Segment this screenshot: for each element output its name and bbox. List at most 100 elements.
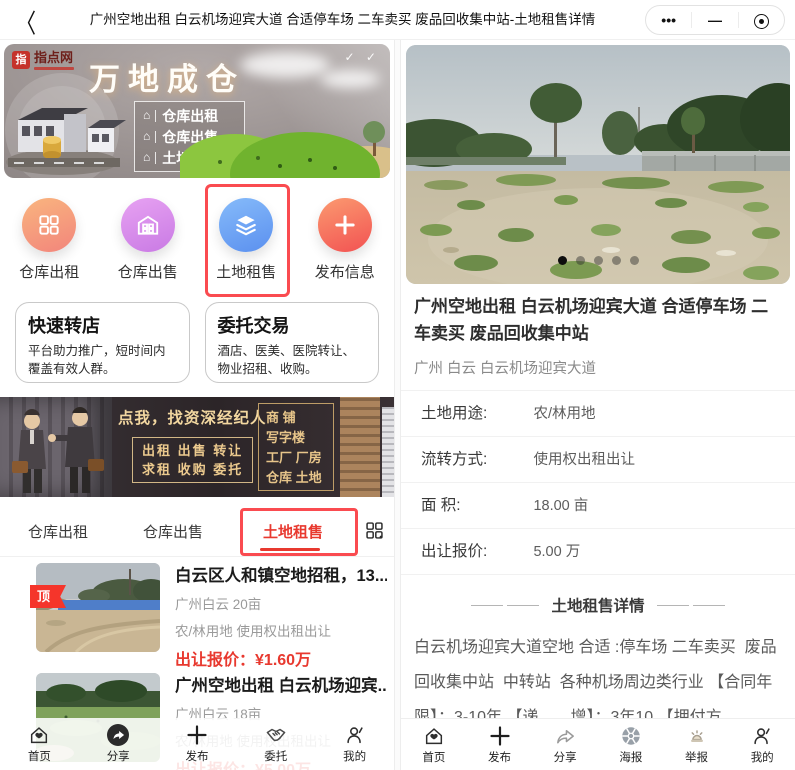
building-decoration <box>340 397 380 497</box>
promo-card-row: 快速转店 平台助力推广，短时间内覆盖有效人群。 委托交易 酒店、医美、医院转让、… <box>15 302 379 383</box>
carousel-dot[interactable] <box>612 256 621 265</box>
field-value: 18.00 亩 <box>533 498 588 514</box>
ad-property-types-box: 商 铺 写字楼 工厂 厂房 仓库 土地 <box>258 403 334 491</box>
home-icon: ⌂ <box>143 108 150 123</box>
active-tab-underline <box>260 548 320 551</box>
field-row: 出让报价: 5.00 万 <box>401 529 795 575</box>
detail-title: 广州空地出租 白云机场迎宾大道 合适停车场 二车卖买 废品回收集中站 <box>414 293 784 347</box>
back-icon[interactable]: 〈 <box>16 3 36 41</box>
land-photo[interactable] <box>406 45 790 284</box>
promo-card-title: 委托交易 <box>218 312 367 338</box>
field-row: 土地用途: 农/林用地 <box>401 391 795 437</box>
section-header: 土地租售详情 <box>401 594 795 616</box>
check-decoration: ✓ ✓ <box>345 50 380 64</box>
detail-fields: 土地用途: 农/林用地 流转方式: 使用权出租出让 面 积: 18.00 亩 出… <box>401 390 795 575</box>
ad-slogan: 点我，找资深经纪人 <box>118 406 267 428</box>
home-icon <box>401 724 467 748</box>
listing-title: 广州空地出租 白云机场迎宾... <box>175 672 387 696</box>
promo-card-transfer[interactable]: 快速转店 平台助力推广，短时间内覆盖有效人群。 <box>15 302 190 383</box>
businessmen-illustration <box>2 399 112 497</box>
field-row: 面 积: 18.00 亩 <box>401 483 795 529</box>
section-dash <box>657 605 689 606</box>
home-icon: ⌂ <box>143 129 150 144</box>
carousel-dot[interactable] <box>630 256 639 265</box>
nav-share[interactable]: 分享 <box>79 718 158 770</box>
more-menu-icon[interactable]: ••• <box>646 6 691 34</box>
category-label: 仓库出租 <box>0 261 99 282</box>
home-page-panel: 指 指点网 万地成仓 ✓ ✓ <box>0 40 394 770</box>
section-title: 土地租售详情 <box>551 594 644 616</box>
category-label: 发布信息 <box>296 261 395 282</box>
field-label: 流转方式: <box>421 437 529 483</box>
layers-icon <box>219 198 273 252</box>
category-row: 仓库出租 仓库出售 土地租售 <box>0 192 394 282</box>
tab-land[interactable]: 土地租售 <box>263 521 323 542</box>
aperture-icon <box>598 724 664 748</box>
nav-home[interactable]: 首页 <box>401 719 467 770</box>
minimize-icon[interactable]: — <box>692 6 737 34</box>
plus-icon <box>158 723 237 747</box>
warehouse-illustration <box>4 70 132 178</box>
listing-price: 出让报价：¥1.60万 <box>175 646 387 670</box>
grid-menu-icon[interactable] <box>364 520 385 541</box>
plus-icon <box>467 724 533 748</box>
category-label: 土地租售 <box>197 261 296 282</box>
nav-publish[interactable]: 发布 <box>467 719 533 770</box>
category-warehouse-rent[interactable]: 仓库出租 <box>0 192 99 282</box>
listing-type: 农/林用地 使用权出租出让 <box>175 620 387 640</box>
detail-location: 广州 白云 白云机场迎宾大道 <box>414 357 596 378</box>
field-value: 5.00 万 <box>533 544 580 560</box>
field-value: 使用权出租出让 <box>533 452 635 468</box>
handshake-icon <box>236 723 315 747</box>
bottom-nav: 首页 分享 发布 <box>0 718 394 770</box>
agent-ad-banner[interactable]: 点我，找资深经纪人 出租 出售 转让 求租 收购 委托 商 铺 写字楼 工厂 厂… <box>0 397 394 497</box>
section-dash <box>507 605 539 606</box>
home-icon: ⌂ <box>143 150 150 165</box>
nav-mine[interactable]: 我的 <box>729 719 795 770</box>
nav-entrust[interactable]: 委托 <box>236 718 315 770</box>
nav-report[interactable]: 举报 <box>664 719 730 770</box>
user-icon <box>315 723 394 747</box>
miniprogram-capsule: ••• — <box>645 5 785 35</box>
promo-card-entrust[interactable]: 委托交易 酒店、医美、医院转让、物业招租、收购。 <box>205 302 380 383</box>
carousel-dot[interactable] <box>576 256 585 265</box>
building-decoration <box>382 407 394 497</box>
promo-card-title: 快速转店 <box>28 312 177 338</box>
page-title: 广州空地出租 白云机场迎宾大道 合适停车场 二车卖买 废品回收集中站-土地租售详… <box>60 0 625 40</box>
category-publish[interactable]: 发布信息 <box>296 192 395 282</box>
nav-publish[interactable]: 发布 <box>158 718 237 770</box>
carousel-dots <box>406 256 790 265</box>
promo-card-desc: 酒店、医美、医院转让、物业招租、收购。 <box>218 342 367 378</box>
window-titlebar: 〈 广州空地出租 白云机场迎宾大道 合适停车场 二车卖买 废品回收集中站-土地租… <box>0 0 795 40</box>
field-label: 面 积: <box>421 483 529 529</box>
category-label: 仓库出售 <box>99 261 198 282</box>
user-icon <box>729 724 795 748</box>
tab-warehouse-rent[interactable]: 仓库出租 <box>28 521 88 542</box>
siren-icon <box>664 724 730 748</box>
nav-share[interactable]: 分享 <box>532 719 598 770</box>
carousel-dot[interactable] <box>558 256 567 265</box>
category-warehouse-sale[interactable]: 仓库出售 <box>99 192 198 282</box>
tab-warehouse-sale[interactable]: 仓库出售 <box>143 521 203 542</box>
category-land[interactable]: 土地租售 <box>197 192 296 282</box>
listing-item[interactable]: 顶 白云区人和镇空地招租，13... 广州白云 20亩 农/林用地 使用权出租出… <box>0 560 394 665</box>
nav-mine[interactable]: 我的 <box>315 718 394 770</box>
field-label: 土地用途: <box>421 391 529 437</box>
detail-page-panel: 广州空地出租 白云机场迎宾大道 合适停车场 二车卖买 废品回收集中站 广州 白云… <box>401 40 795 770</box>
close-target-icon[interactable] <box>739 6 784 34</box>
section-dash <box>693 605 725 606</box>
nav-poster[interactable]: 海报 <box>598 719 664 770</box>
section-dash <box>471 605 503 606</box>
share-arrow-icon <box>532 724 598 748</box>
hills-illustration <box>180 110 390 178</box>
hero-banner[interactable]: 指 指点网 万地成仓 ✓ ✓ <box>4 44 390 178</box>
listing-tabs: 仓库出租 仓库出售 土地租售 <box>0 508 394 557</box>
boxes-icon <box>22 198 76 252</box>
plus-icon <box>318 198 372 252</box>
warehouse-icon <box>121 198 175 252</box>
field-row: 流转方式: 使用权出租出让 <box>401 437 795 483</box>
carousel-dot[interactable] <box>594 256 603 265</box>
nav-home[interactable]: 首页 <box>0 718 79 770</box>
promo-card-desc: 平台助力推广，短时间内覆盖有效人群。 <box>28 342 177 378</box>
share-circle-icon <box>79 723 158 747</box>
